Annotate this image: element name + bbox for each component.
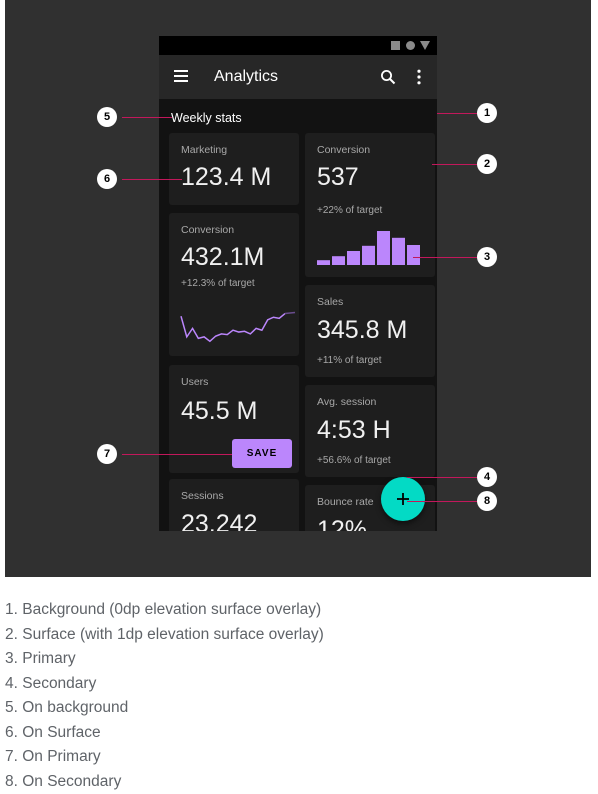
callout-marker-1: 1 bbox=[477, 103, 497, 123]
card-value: 12% bbox=[317, 516, 368, 531]
callout-marker-5: 5 bbox=[97, 107, 117, 127]
callout-marker-2: 2 bbox=[477, 154, 497, 174]
card-conversion-left[interactable]: Conversion 432.1M +12.3% of target bbox=[169, 213, 299, 356]
phone-screen: Analytics Weekly stats Marketing 123.4 M… bbox=[159, 36, 437, 531]
section-title: Weekly stats bbox=[171, 111, 242, 125]
legend-item: 6. On Surface bbox=[5, 723, 101, 741]
sparkline-tail bbox=[284, 311, 296, 315]
callout-line-4 bbox=[407, 477, 482, 478]
legend-item: 2. Surface (with 1dp elevation surface o… bbox=[5, 625, 324, 643]
card-label: Users bbox=[181, 376, 209, 388]
card-value: 4:53 H bbox=[317, 416, 391, 444]
callout-line-2 bbox=[432, 164, 482, 165]
callout-marker-3: 3 bbox=[477, 247, 497, 267]
bar-chart bbox=[317, 231, 420, 265]
callout-marker-8: 8 bbox=[477, 491, 497, 511]
callout-marker-7: 7 bbox=[97, 444, 117, 464]
app-title: Analytics bbox=[214, 68, 279, 85]
recents-icon bbox=[391, 41, 400, 50]
callout-line-3 bbox=[413, 257, 482, 258]
save-button[interactable]: SAVE bbox=[232, 439, 292, 468]
card-sales[interactable]: Sales 345.8 M +11% of target bbox=[305, 285, 435, 377]
card-sub: +11% of target bbox=[317, 355, 382, 366]
more-vert-icon[interactable] bbox=[416, 69, 422, 85]
bar-mark bbox=[407, 245, 420, 265]
back-icon bbox=[420, 41, 430, 50]
card-users[interactable]: Users 45.5 M SAVE bbox=[169, 365, 299, 473]
card-label: Bounce rate bbox=[317, 496, 374, 508]
callout-line-8 bbox=[407, 501, 482, 502]
bar-mark bbox=[347, 251, 360, 265]
legend-item: 1. Background (0dp elevation surface ove… bbox=[5, 601, 322, 618]
card-label: Avg. session bbox=[317, 396, 377, 408]
bar-mark bbox=[392, 237, 405, 265]
callout-marker-6: 6 bbox=[97, 169, 117, 189]
bar-mark bbox=[317, 260, 330, 265]
card-label: Sessions bbox=[181, 490, 224, 502]
card-sub: +56.6% of target bbox=[317, 455, 391, 466]
bar-mark bbox=[362, 245, 375, 265]
card-marketing[interactable]: Marketing 123.4 M bbox=[169, 133, 299, 205]
callout-line-1 bbox=[437, 113, 482, 114]
card-value: 123.4 M bbox=[181, 163, 272, 191]
card-value: 23,242 bbox=[181, 510, 258, 531]
home-icon bbox=[406, 41, 415, 50]
legend-item: 5. On background bbox=[5, 699, 129, 716]
callout-line-7 bbox=[122, 454, 232, 455]
status-bar bbox=[159, 36, 437, 55]
card-conversion-right[interactable]: Conversion 537 +22% of target bbox=[305, 133, 435, 277]
search-icon[interactable] bbox=[380, 69, 396, 85]
add-icon bbox=[397, 493, 409, 505]
card-value: 45.5 M bbox=[181, 397, 258, 425]
sparkline-line bbox=[180, 312, 286, 343]
bar-mark bbox=[332, 256, 345, 265]
callout-line-6 bbox=[122, 179, 182, 180]
top-app-bar: Analytics bbox=[159, 55, 437, 99]
legend-item: 3. Primary bbox=[5, 650, 76, 667]
sparkline-chart bbox=[180, 311, 296, 343]
callout-marker-4: 4 bbox=[477, 467, 497, 487]
add-fab-button[interactable] bbox=[381, 477, 425, 521]
card-label: Marketing bbox=[181, 144, 228, 156]
legend-item: 7. On Primary bbox=[5, 748, 101, 765]
legend-item: 8. On Secondary bbox=[5, 772, 122, 790]
legend-list: 1. Background (0dp elevation surface ove… bbox=[5, 600, 324, 794]
legend-item: 4. Secondary bbox=[5, 674, 97, 692]
callout-line-5 bbox=[122, 117, 172, 118]
card-avg-session[interactable]: Avg. session 4:53 H +56.6% of target bbox=[305, 385, 435, 477]
menu-icon[interactable] bbox=[174, 70, 188, 82]
card-value: 345.8 M bbox=[317, 316, 408, 344]
illustration-canvas: Analytics Weekly stats Marketing 123.4 M… bbox=[5, 0, 591, 577]
card-label: Sales bbox=[317, 296, 344, 308]
bar-mark bbox=[377, 231, 390, 265]
card-sessions[interactable]: Sessions 23,242 bbox=[169, 479, 299, 531]
